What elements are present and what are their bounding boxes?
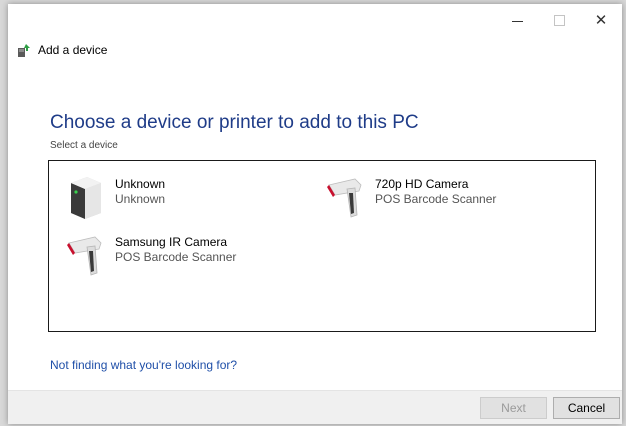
unknown-device-icon — [71, 177, 101, 219]
page-title: Choose a device or printer to add to thi… — [50, 112, 419, 133]
close-button[interactable]: ✕ — [580, 4, 622, 36]
minimize-button[interactable] — [496, 4, 538, 36]
device-item-samsung-ir-camera[interactable]: Samsung IR Camera POS Barcode Scanner — [65, 233, 236, 277]
not-finding-link[interactable]: Not finding what you're looking for? — [50, 358, 237, 372]
maximize-icon — [553, 14, 565, 26]
footer-bar: Next Cancel — [8, 390, 622, 424]
device-type: Unknown — [115, 192, 166, 206]
maximize-button[interactable] — [538, 4, 580, 36]
window-title: Add a device — [38, 43, 108, 57]
device-item-720p-hd-camera[interactable]: 720p HD Camera POS Barcode Scanner — [325, 175, 496, 219]
close-icon: ✕ — [594, 12, 608, 29]
device-type: POS Barcode Scanner — [115, 250, 237, 264]
add-device-icon — [18, 44, 30, 57]
device-name: Unknown — [115, 177, 166, 191]
next-button[interactable]: Next — [480, 397, 547, 419]
device-item-unknown[interactable]: Unknown Unknown — [65, 175, 165, 219]
barcode-scanner-icon — [327, 178, 362, 218]
device-list[interactable]: Unknown Unknown 720p HD Camera POS Barco… — [48, 160, 596, 332]
device-type: POS Barcode Scanner — [375, 192, 497, 206]
minimize-icon — [511, 20, 523, 22]
window-header: Add a device — [16, 42, 107, 58]
window-controls: ✕ — [496, 4, 622, 36]
page-subtitle: Select a device — [50, 140, 118, 151]
add-device-window: ✕ Add a device Choose a device or printe… — [8, 4, 622, 424]
device-name: Samsung IR Camera — [115, 235, 228, 249]
barcode-scanner-icon — [67, 236, 102, 276]
device-name: 720p HD Camera — [375, 177, 469, 191]
cancel-button[interactable]: Cancel — [553, 397, 620, 419]
